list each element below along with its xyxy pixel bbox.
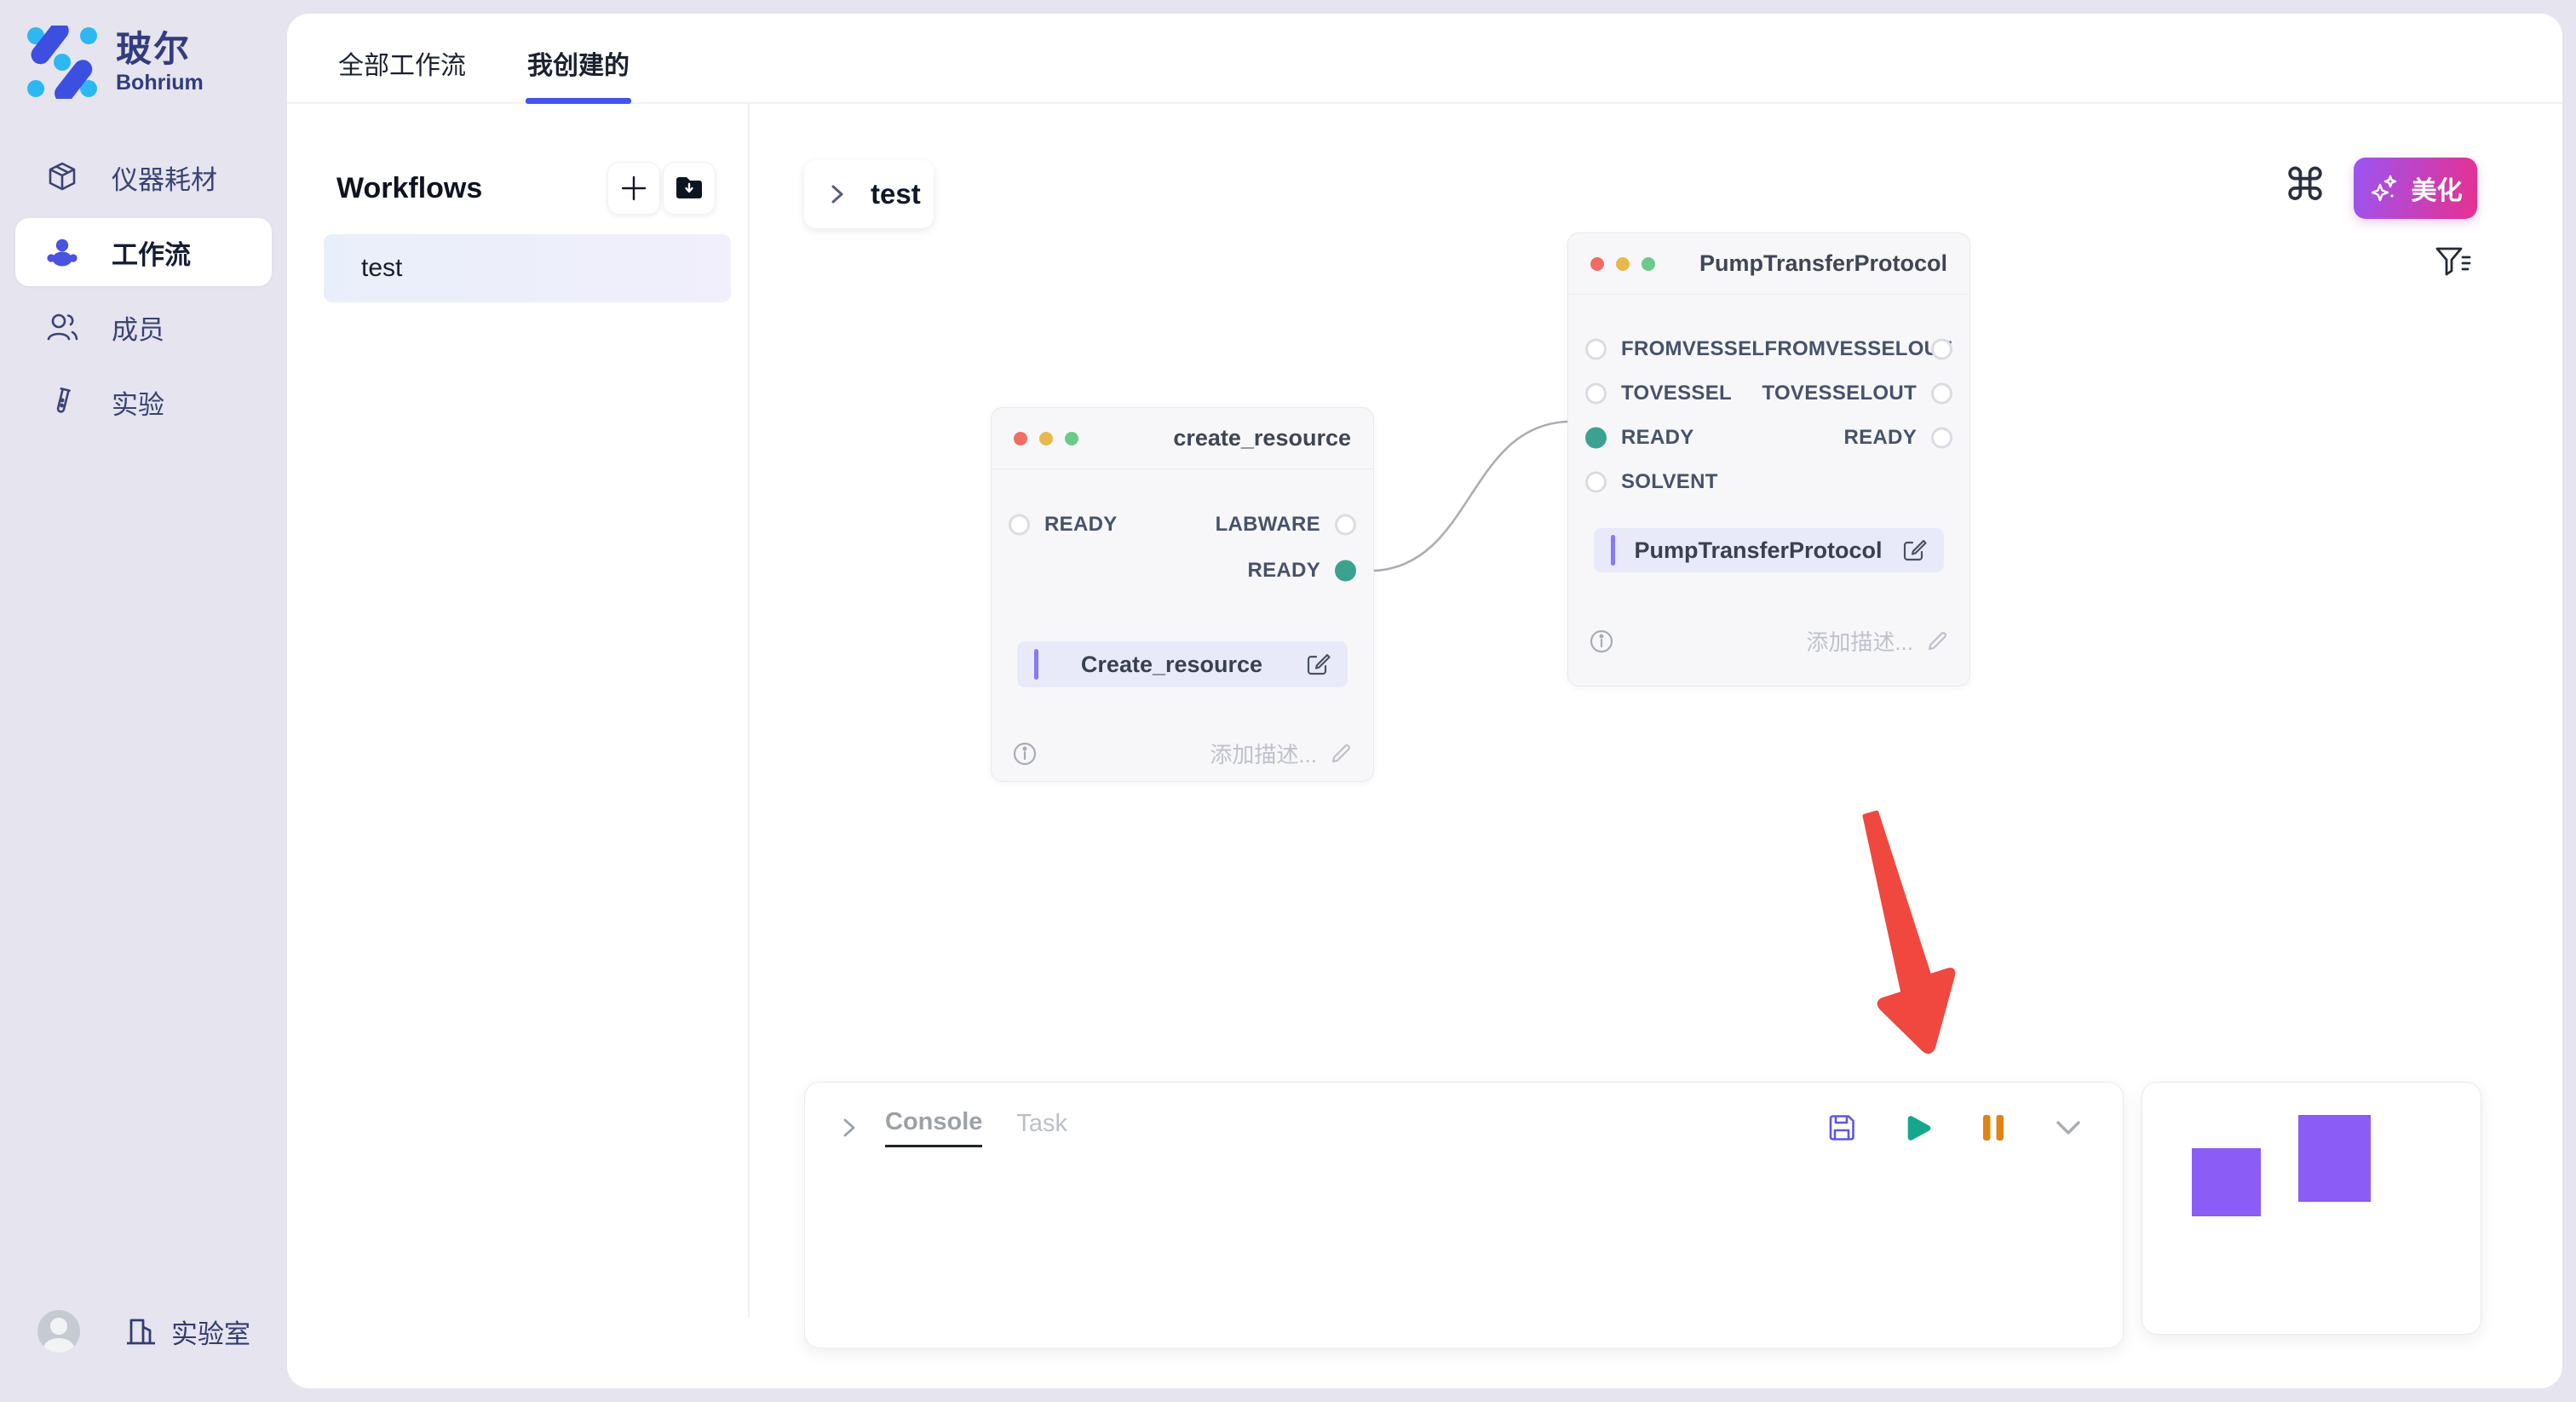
dot-yellow-icon — [1039, 432, 1053, 445]
port-in-tovessel[interactable] — [1585, 383, 1607, 405]
sidebar-nav: 仪器耗材 工作流 成员 — [0, 143, 287, 443]
node-title: PumpTransferProtocol — [1699, 250, 1947, 277]
chevron-right-icon — [826, 181, 848, 207]
folder-download-icon — [673, 172, 705, 204]
bohrium-logo-icon — [26, 26, 99, 99]
brand-title: 玻尔 — [116, 31, 204, 68]
filter-icon[interactable] — [2432, 242, 2473, 283]
tab-all-workflows[interactable]: 全部工作流 — [338, 44, 466, 82]
port-in-ready[interactable] — [1585, 428, 1607, 449]
panel-divider — [748, 104, 750, 1317]
sidebar-item-instruments[interactable]: 仪器耗材 — [15, 143, 272, 211]
traffic-dots — [1590, 257, 1655, 271]
sidebar-item-label: 仪器耗材 — [112, 158, 217, 197]
import-workflow-button[interactable] — [663, 162, 716, 215]
port-out-ready[interactable] — [1335, 560, 1356, 582]
chevron-right-icon[interactable] — [839, 1115, 860, 1141]
port-out-tovesselout[interactable] — [1931, 383, 1952, 405]
edit-icon[interactable] — [1305, 652, 1331, 677]
node-pump-transfer-protocol[interactable]: PumpTransferProtocol FROMVESSEL FROMVESS… — [1567, 233, 1970, 687]
console-panel: Console Task — [804, 1082, 2124, 1348]
minimap[interactable] — [2142, 1082, 2481, 1335]
dot-yellow-icon — [1616, 257, 1630, 271]
description-placeholder[interactable]: 添加描述... — [1210, 738, 1317, 769]
workflow-tabs: 全部工作流 我创建的 — [287, 14, 2562, 104]
description-placeholder[interactable]: 添加描述... — [1806, 625, 1913, 657]
run-icon[interactable] — [1901, 1111, 1935, 1145]
node-name-row[interactable]: PumpTransferProtocol — [1594, 528, 1944, 572]
members-icon — [45, 310, 79, 344]
pencil-icon[interactable] — [1329, 742, 1353, 766]
beautify-button[interactable]: 美化 — [2354, 158, 2477, 219]
minimap-node — [2298, 1115, 2371, 1202]
workflow-icon — [45, 235, 79, 269]
beautify-label: 美化 — [2412, 170, 2463, 207]
collapse-icon[interactable] — [2051, 1111, 2085, 1145]
sidebar-item-members[interactable]: 成员 — [15, 293, 272, 361]
minimap-node — [2192, 1148, 2261, 1216]
brand-subtitle: Bohrium — [116, 72, 204, 94]
dot-green-icon — [1065, 432, 1078, 445]
port-in-fromvessel[interactable] — [1585, 339, 1607, 360]
sidebar-item-label: 工作流 — [112, 233, 191, 272]
save-icon[interactable] — [1825, 1111, 1859, 1145]
info-icon[interactable] — [1012, 741, 1038, 767]
account-label: 实验室 — [171, 1313, 250, 1351]
add-workflow-button[interactable] — [607, 162, 660, 215]
node-title: create_resource — [1173, 425, 1351, 451]
tab-console[interactable]: Console — [885, 1108, 982, 1147]
edit-icon[interactable] — [1901, 537, 1927, 563]
dot-green-icon — [1642, 257, 1655, 271]
brand-logo: 玻尔 Bohrium — [26, 26, 204, 99]
info-icon[interactable] — [1589, 629, 1614, 654]
pause-icon[interactable] — [1978, 1111, 2009, 1145]
app-root: 玻尔 Bohrium 仪器耗材 工作流 — [0, 0, 2576, 1402]
dot-red-icon — [1590, 257, 1604, 271]
sidebar-item-label: 成员 — [112, 308, 164, 347]
sidebar-item-workflow[interactable]: 工作流 — [15, 218, 272, 286]
sidebar-item-label: 实验 — [112, 383, 164, 422]
account-row[interactable]: 实验室 — [0, 1310, 287, 1353]
workflow-panel-title: Workflows — [336, 172, 482, 205]
port-in-ready[interactable] — [1009, 514, 1030, 536]
plus-icon — [619, 174, 648, 203]
avatar[interactable] — [37, 1310, 80, 1353]
building-icon — [124, 1313, 159, 1349]
sparkles-icon — [2369, 173, 2400, 204]
main-content: 全部工作流 我创建的 Workflows test — [287, 14, 2562, 1388]
workflow-item-label: test — [361, 254, 402, 283]
sidebar: 玻尔 Bohrium 仪器耗材 工作流 — [0, 0, 287, 1402]
breadcrumb-label: test — [871, 178, 921, 210]
port-out-ready[interactable] — [1931, 428, 1952, 449]
command-icon[interactable]: ⌘ — [2283, 164, 2327, 208]
tab-created-by-me[interactable]: 我创建的 — [527, 44, 630, 82]
dot-red-icon — [1014, 432, 1027, 445]
node-name: Create_resource — [1038, 652, 1305, 678]
port-out-labware[interactable] — [1335, 514, 1356, 536]
experiment-icon — [45, 385, 79, 419]
workflow-list-item[interactable]: test — [324, 234, 731, 302]
sidebar-item-experiment[interactable]: 实验 — [15, 368, 272, 436]
node-name: PumpTransferProtocol — [1615, 537, 1901, 564]
port-out-fromvesselout[interactable] — [1931, 339, 1952, 360]
canvas-breadcrumb[interactable]: test — [804, 160, 934, 228]
package-icon — [45, 160, 79, 194]
pencil-icon[interactable] — [1925, 629, 1949, 653]
traffic-dots — [1014, 432, 1078, 445]
port-in-solvent[interactable] — [1585, 472, 1607, 493]
node-create-resource[interactable]: create_resource READY LABWARE READY Crea… — [991, 407, 1374, 782]
tab-task[interactable]: Task — [1016, 1110, 1067, 1146]
node-name-row[interactable]: Create_resource — [1017, 641, 1348, 687]
